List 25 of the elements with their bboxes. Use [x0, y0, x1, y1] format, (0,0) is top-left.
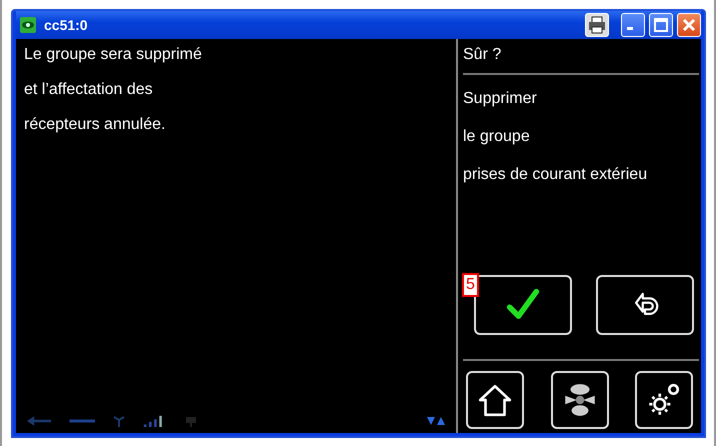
- message-text: et l’affectation des: [24, 80, 154, 100]
- maximize-button[interactable]: [649, 13, 673, 37]
- dialog-text: le groupe: [463, 127, 531, 147]
- confirm-button[interactable]: [474, 275, 572, 335]
- home-button[interactable]: [466, 371, 524, 429]
- close-button[interactable]: [677, 13, 701, 37]
- dialog-text: Supprimer: [463, 89, 538, 109]
- eye-icon: [20, 17, 36, 33]
- message-text: récepteurs annulée.: [24, 115, 166, 135]
- fan-button[interactable]: [550, 371, 608, 429]
- dialog-title: Sûr ?: [463, 45, 502, 65]
- maximize-icon: [651, 15, 671, 35]
- message-text: Le groupe sera supprimé: [24, 45, 203, 65]
- settings-button[interactable]: [635, 371, 693, 429]
- antenna-icon: [112, 415, 126, 427]
- minimize-icon: [627, 27, 633, 30]
- window-title: cc51:0: [44, 17, 88, 33]
- back-button[interactable]: [596, 275, 694, 335]
- plug-icon: [184, 415, 198, 427]
- number-badge: 5: [462, 273, 479, 297]
- printer-button[interactable]: [585, 13, 609, 37]
- printer-icon: [587, 15, 607, 35]
- up-down-arrows-icon: [426, 415, 446, 427]
- dialog-text: prises de courant extérieu: [463, 165, 648, 185]
- minimize-button[interactable]: [621, 13, 645, 37]
